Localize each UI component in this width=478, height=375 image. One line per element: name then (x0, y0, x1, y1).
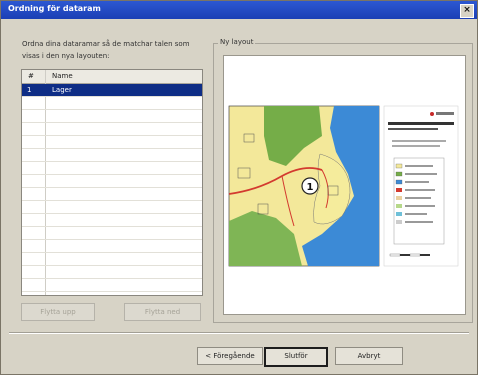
empty-row (22, 266, 202, 279)
data-frame-table[interactable]: # Name 1 Lager (21, 69, 203, 296)
empty-row (22, 175, 202, 188)
empty-row (22, 201, 202, 214)
empty-row (22, 188, 202, 201)
layout-preview: 1 (223, 55, 466, 315)
map-marker-label: 1 (307, 182, 314, 193)
move-down-button[interactable]: Flytta ned (124, 303, 201, 321)
empty-row (22, 110, 202, 123)
map-legend (393, 157, 445, 245)
column-header-name[interactable]: Name (52, 72, 73, 80)
close-icon[interactable]: × (460, 4, 474, 18)
empty-row (22, 162, 202, 175)
empty-row (22, 253, 202, 266)
data-frame-order-dialog: Ordning för dataram × Ordna dina dataram… (0, 0, 478, 375)
empty-row (22, 227, 202, 240)
instructions-text: Ordna dina dataramar så de matchar talen… (22, 40, 190, 60)
title-bar[interactable]: Ordning för dataram × (1, 1, 477, 19)
empty-row (22, 279, 202, 292)
empty-row (22, 123, 202, 136)
new-layout-label: Ny layout (218, 38, 256, 46)
empty-row (22, 149, 202, 162)
footer-separator (9, 332, 469, 334)
back-button[interactable]: < Föregående (197, 347, 263, 365)
empty-row (22, 240, 202, 253)
dialog-title: Ordning för dataram (8, 4, 101, 13)
empty-row (22, 214, 202, 227)
column-header-number[interactable]: # (28, 72, 34, 80)
finish-button[interactable]: Slutför (264, 347, 328, 367)
row-name: Lager (52, 86, 72, 94)
row-number: 1 (27, 86, 32, 94)
move-up-button[interactable]: Flytta upp (21, 303, 95, 321)
cancel-button[interactable]: Avbryt (335, 347, 403, 365)
layout-preview-page: 1 (224, 56, 465, 314)
empty-row (22, 136, 202, 149)
table-header: # Name (22, 70, 202, 84)
table-row[interactable]: 1 Lager (22, 84, 202, 97)
empty-row (22, 97, 202, 110)
